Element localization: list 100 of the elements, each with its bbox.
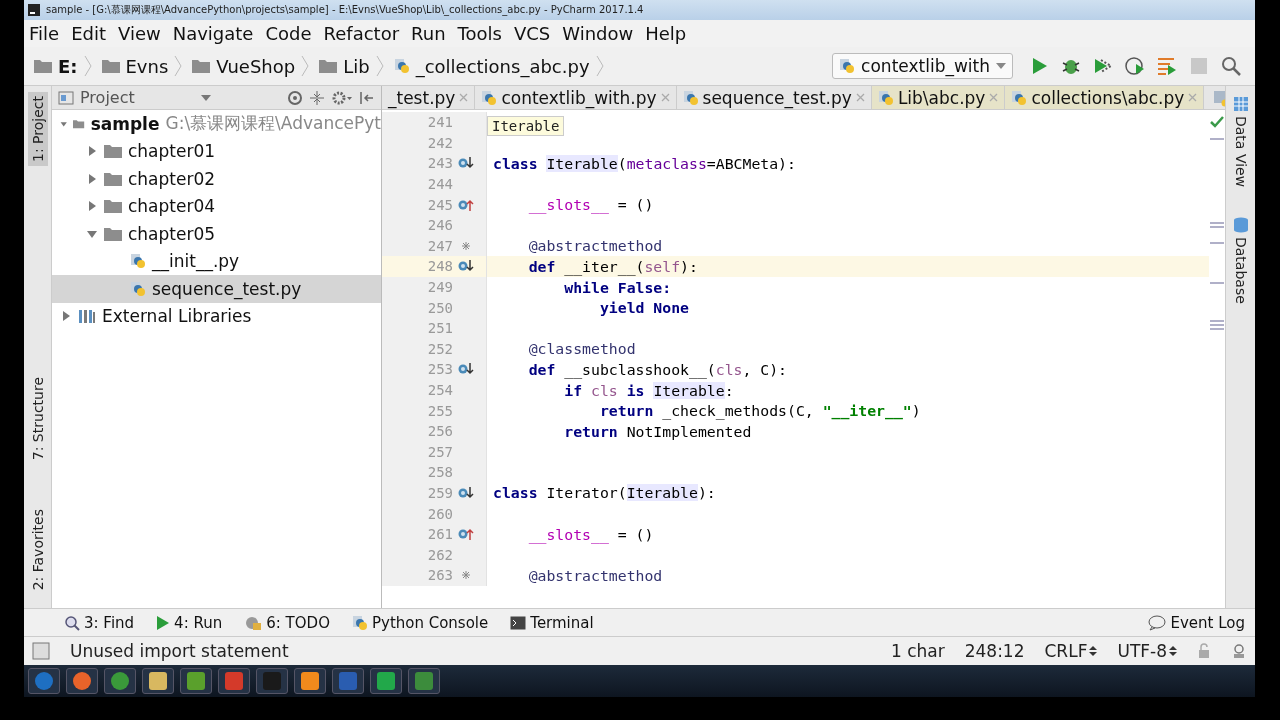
todo-icon — [244, 614, 263, 631]
implemented-down-icon[interactable] — [457, 362, 475, 377]
encoding-selector[interactable]: UTF-8 — [1117, 641, 1177, 661]
breadcrumb[interactable]: _collections_abc.py — [415, 55, 590, 77]
run-icon — [156, 614, 171, 631]
menu-item[interactable]: File — [29, 23, 60, 44]
taskbar-app-button[interactable] — [294, 668, 326, 694]
database-icon — [1232, 217, 1249, 234]
override-up-icon[interactable] — [457, 527, 475, 542]
line-number: 259 — [426, 485, 453, 501]
menu-item[interactable]: Run — [411, 23, 446, 44]
editor-tab[interactable]: collections\abc.py — [1005, 86, 1205, 109]
code-line: while False: — [563, 278, 672, 296]
tool-window-button[interactable]: 6: TODO — [244, 613, 330, 632]
menu-item[interactable]: Refactor — [323, 23, 400, 44]
implemented-down-icon[interactable] — [457, 156, 475, 171]
line-number: 262 — [426, 546, 453, 563]
expand-arrow-icon[interactable] — [86, 200, 98, 213]
tool-window-tab[interactable]: 7: Structure — [27, 373, 48, 465]
tool-window-button[interactable]: 4: Run — [156, 613, 223, 632]
line-number: 250 — [426, 299, 453, 316]
run-configuration-dropdown[interactable]: contextlib_with — [832, 53, 1013, 79]
python-file-icon — [130, 253, 146, 270]
line-number: 257 — [426, 443, 453, 460]
breadcrumb[interactable]: Evns — [125, 55, 169, 77]
up-down-icon — [1169, 645, 1177, 657]
menu-item[interactable]: View — [118, 23, 161, 44]
profile-icon[interactable] — [1124, 55, 1146, 77]
taskbar-app-button[interactable] — [66, 668, 98, 694]
tree-row[interactable]: chapter01 — [52, 137, 381, 165]
chevron-icon — [174, 55, 183, 77]
taskbar-app-button[interactable] — [142, 668, 174, 694]
override-up-icon[interactable] — [457, 197, 475, 212]
taskbar-app-button[interactable] — [370, 668, 402, 694]
line-number: 261 — [426, 526, 453, 543]
asterisk-icon — [462, 571, 470, 580]
window-title: sample - [G:\慕课网课程\AdvancePython\projects\sample] - E:\Evns\VueShop\Lib\_collections_abc.py - PyCharm 2017.1.4 — [46, 3, 644, 17]
folder-icon — [34, 59, 52, 73]
expand-arrow-icon[interactable] — [86, 145, 98, 158]
tree-item-label: __init__.py — [152, 251, 240, 272]
taskbar-app-button[interactable] — [104, 668, 136, 694]
breadcrumb[interactable]: E: — [58, 55, 78, 77]
tool-window-button[interactable]: Terminal — [510, 613, 594, 632]
taskbar-app-button[interactable] — [180, 668, 212, 694]
breadcrumb[interactable]: Lib — [343, 55, 370, 77]
menu-item[interactable]: VCS — [513, 23, 551, 44]
menu-item[interactable]: Help — [645, 23, 687, 44]
hide-panel-icon[interactable] — [359, 89, 375, 106]
code-line: @classmethod — [527, 340, 636, 358]
tool-window-tab[interactable]: 1: Project — [27, 92, 48, 166]
editor-tab[interactable]: Lib\abc.py — [871, 86, 1006, 109]
tree-row[interactable]: chapter05 — [52, 220, 381, 248]
target-icon[interactable] — [287, 89, 303, 106]
collapse-all-icon[interactable] — [309, 89, 325, 106]
implemented-down-icon[interactable] — [457, 259, 475, 274]
tool-window-button[interactable]: Python Console — [351, 613, 489, 632]
line-number: 263 — [426, 567, 453, 584]
python-file-icon — [393, 58, 410, 74]
search-icon[interactable] — [1220, 55, 1242, 77]
menu-item[interactable]: Tools — [457, 23, 502, 44]
tree-row[interactable]: sequence_test.py — [52, 275, 381, 303]
tree-row[interactable]: chapter02 — [52, 165, 381, 193]
concurrency-icon[interactable] — [1156, 55, 1178, 77]
caret-position[interactable]: 248:12 — [964, 641, 1025, 661]
code-line: @abstractmethod — [527, 237, 663, 255]
tool-window-tab[interactable]: Data View — [1232, 96, 1249, 188]
python-file-icon — [682, 89, 699, 106]
settings-icon[interactable] — [331, 89, 353, 106]
expand-arrow-icon[interactable] — [60, 310, 72, 323]
expand-arrow-icon[interactable] — [86, 172, 98, 185]
tool-window-tab[interactable]: Database — [1232, 217, 1249, 304]
event-log-button[interactable]: Event Log — [1148, 613, 1245, 632]
caret-icon[interactable] — [200, 94, 211, 101]
menu-item[interactable]: Edit — [71, 23, 106, 44]
code-line: yield None — [598, 299, 689, 317]
code-line: @abstractmethod — [527, 566, 663, 584]
chevron-icon — [595, 55, 604, 77]
implemented-down-icon[interactable] — [457, 486, 475, 500]
selection-count: 1 char — [890, 641, 945, 661]
tree-row[interactable]: chapter04 — [52, 192, 381, 220]
tree-row[interactable]: sample G:\慕课网课程\AdvancePyt — [52, 110, 381, 138]
tree-row[interactable]: External Libraries — [52, 302, 381, 330]
tool-window-tab[interactable]: 2: Favorites — [27, 504, 48, 594]
taskbar-app-button[interactable] — [408, 668, 440, 694]
tree-row[interactable]: __init__.py — [52, 247, 381, 275]
line-number: 256 — [426, 423, 453, 440]
menu-item[interactable]: Navigate — [172, 23, 254, 44]
line-separator-selector[interactable]: CRLF — [1044, 641, 1098, 661]
inspector-icon[interactable] — [1231, 643, 1247, 659]
python-file-icon — [130, 280, 146, 297]
python-file-icon — [481, 89, 498, 106]
folder-icon — [104, 171, 122, 186]
python-file-icon — [1011, 89, 1028, 106]
line-number: 246 — [426, 217, 453, 234]
breadcrumb[interactable]: VueShop — [216, 55, 296, 77]
search-icon — [64, 614, 80, 631]
menu-item[interactable]: Code — [265, 23, 312, 44]
panel-toggle-icon[interactable] — [32, 642, 50, 660]
tool-window-button[interactable]: 3: Find — [64, 613, 135, 632]
menu-item[interactable]: Window — [562, 23, 634, 44]
